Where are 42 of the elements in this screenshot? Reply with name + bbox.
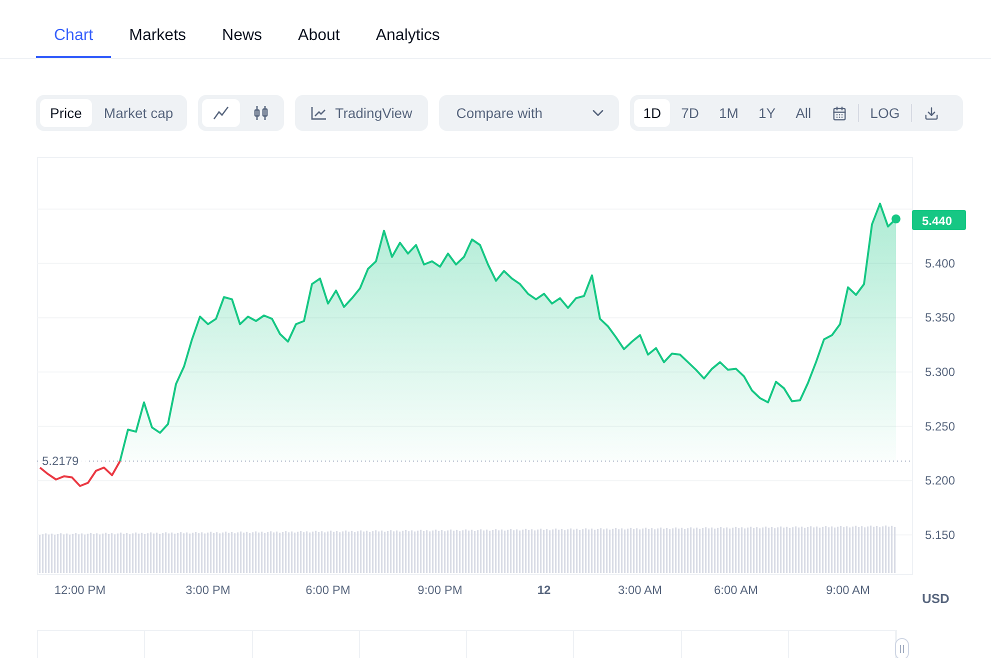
- range-option[interactable]: 1D: [634, 99, 670, 127]
- chart-axis-icon: [311, 106, 328, 120]
- tradingview-button[interactable]: TradingView: [295, 95, 428, 131]
- x-axis-label: 3:00 AM: [618, 583, 662, 597]
- range-option[interactable]: All: [786, 99, 820, 127]
- mode-option[interactable]: Market cap: [94, 99, 184, 127]
- currency-label: USD: [922, 591, 950, 606]
- chart-type-option[interactable]: [202, 99, 240, 127]
- tab[interactable]: About: [280, 24, 358, 58]
- y-axis-label: 5.400: [925, 256, 956, 270]
- x-axis-label: 9:00 PM: [418, 583, 462, 597]
- range-option[interactable]: 7D: [672, 99, 708, 127]
- x-axis-label: 12:00 PM: [54, 583, 106, 597]
- mode-option[interactable]: Price: [40, 99, 92, 127]
- y-axis-label: 5.350: [925, 310, 956, 325]
- x-axis-label: 9:00 AM: [826, 583, 870, 597]
- range-option[interactable]: 1Y: [749, 99, 785, 127]
- current-price-badge: [912, 210, 966, 230]
- compare-dropdown[interactable]: Compare with: [439, 95, 620, 131]
- x-axis-label: 6:00 AM: [714, 583, 758, 597]
- ref-line-label: 5.2179: [42, 454, 80, 468]
- y-axis-label: 5.250: [925, 419, 956, 434]
- log-button[interactable]: LOG: [861, 99, 909, 127]
- tab[interactable]: Markets: [111, 24, 204, 58]
- grip-icon: [900, 645, 904, 653]
- line-chart-icon: [213, 106, 230, 120]
- candlestick-icon: [253, 105, 270, 121]
- calendar-icon: [832, 106, 847, 120]
- y-axis-label: 5.150: [925, 528, 956, 542]
- x-axis-label: 12: [537, 583, 551, 597]
- download-icon: [924, 106, 940, 120]
- current-price-label: 5.440: [922, 214, 952, 228]
- tab[interactable]: News: [204, 24, 280, 58]
- range-handle[interactable]: [895, 638, 909, 658]
- x-axis-label: 6:00 PM: [306, 583, 350, 597]
- range-option[interactable]: 1M: [710, 99, 748, 127]
- y-axis-label: 5.300: [925, 365, 956, 380]
- tab[interactable]: Chart: [36, 24, 112, 58]
- tab[interactable]: Analytics: [358, 24, 458, 58]
- current-price-dot: [892, 214, 900, 224]
- y-axis-label: 5.200: [925, 474, 956, 488]
- x-axis-label: 3:00 PM: [186, 583, 230, 597]
